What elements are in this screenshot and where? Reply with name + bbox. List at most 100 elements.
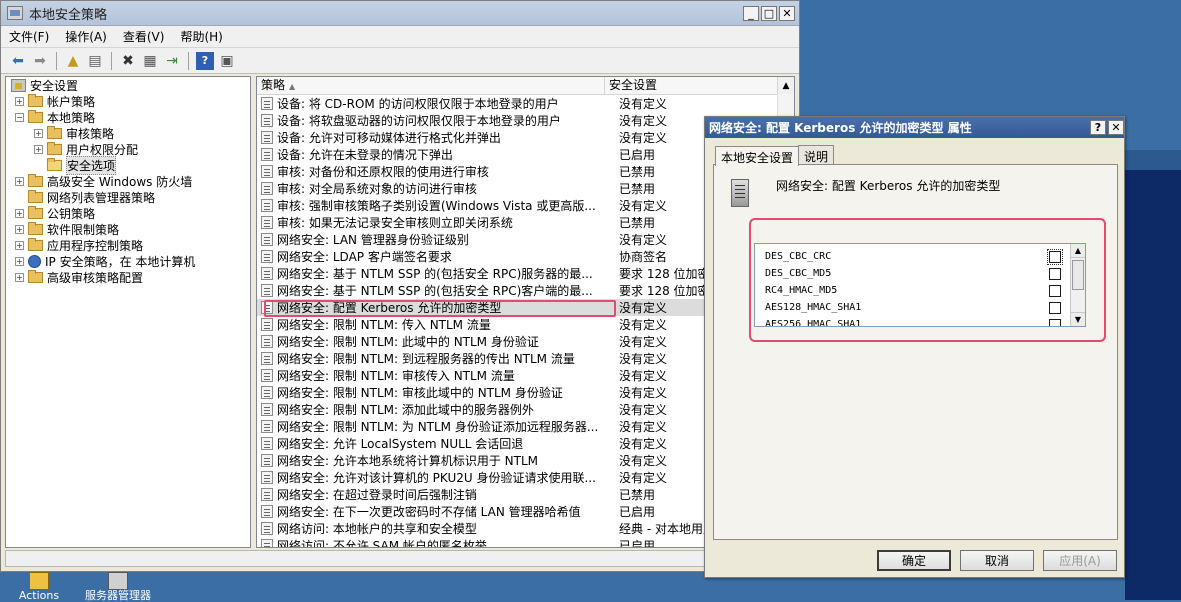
close-button[interactable]: ✕ — [779, 5, 795, 21]
tree-item[interactable]: 安全设置 — [6, 77, 250, 93]
policy-icon — [261, 114, 273, 127]
expand-icon[interactable]: + — [15, 176, 24, 186]
expand-icon[interactable]: + — [15, 272, 24, 282]
window-title: 本地安全策略 — [29, 7, 108, 23]
folder-icon — [28, 205, 43, 219]
tree-item[interactable]: 安全选项 — [6, 155, 250, 175]
show-hide-tree-icon[interactable]: ▤ — [86, 52, 104, 70]
tree-item[interactable]: + 帐户策略 — [6, 93, 250, 109]
desktop-icon-label: Actions — [18, 589, 60, 602]
tree-item-label: 本地策略 — [47, 110, 96, 125]
policy-name-cell: 设备: 将 CD-ROM 的访问权限仅限于本地登录的用户 — [277, 97, 559, 111]
folder-icon — [28, 173, 43, 187]
scroll-up-icon[interactable]: ▲ — [777, 77, 794, 94]
tree-item[interactable]: + 高级审核策略配置 — [6, 269, 250, 285]
policy-icon — [261, 267, 273, 280]
collapse-icon[interactable]: − — [15, 112, 24, 122]
desktop-icon-actions[interactable]: Actions — [14, 572, 64, 602]
policy-name-cell: 网络安全: 限制 NTLM: 传入 NTLM 流量 — [277, 318, 491, 332]
policy-name-cell: 审核: 如果无法记录安全审核则立即关闭系统 — [277, 216, 513, 230]
tree-item-label: IP 安全策略，在 本地计算机 — [45, 254, 196, 269]
menu-view[interactable]: 查看(V) — [123, 28, 165, 45]
window-titlebar[interactable]: 本地安全策略 _ □ ✕ — [1, 1, 799, 26]
tree-item[interactable]: + 应用程序控制策略 — [6, 237, 250, 253]
policy-name-cell: 网络安全: 限制 NTLM: 此域中的 NTLM 身份验证 — [277, 335, 539, 349]
console-icon[interactable]: ▣ — [218, 52, 236, 70]
policy-icon — [261, 165, 273, 178]
policy-name-cell: 网络安全: 在下一次更改密码时不存储 LAN 管理器哈希值 — [277, 505, 581, 519]
forward-icon[interactable]: ➡ — [31, 52, 49, 70]
tree-item[interactable]: + 用户权限分配 — [6, 141, 250, 157]
policy-icon — [261, 97, 273, 110]
policy-name-cell: 审核: 对备份和还原权限的使用进行审核 — [277, 165, 489, 179]
toolbar-separator — [188, 51, 189, 70]
menu-help[interactable]: 帮助(H) — [180, 28, 222, 45]
expand-icon[interactable]: + — [15, 240, 24, 250]
policy-name-cell: 设备: 允许在未登录的情况下弹出 — [277, 148, 453, 162]
policy-name-cell: 网络安全: LAN 管理器身份验证级别 — [277, 233, 469, 247]
export-icon[interactable]: ⇥ — [163, 52, 181, 70]
properties-icon[interactable]: ▦ — [141, 52, 159, 70]
tree-item-label: 帐户策略 — [47, 94, 96, 109]
menu-action[interactable]: 操作(A) — [65, 28, 107, 45]
policy-icon — [261, 284, 273, 297]
ok-button[interactable]: 确定 — [877, 550, 951, 571]
tree-item[interactable]: 网络列表管理器策略 — [6, 189, 250, 205]
expand-icon[interactable]: + — [15, 208, 24, 218]
delete-icon[interactable]: ✖ — [119, 52, 137, 70]
expand-icon[interactable]: + — [34, 128, 43, 138]
policy-icon — [261, 403, 273, 416]
menu-file[interactable]: 文件(F) — [9, 28, 49, 45]
minimize-button[interactable]: _ — [743, 5, 759, 21]
maximize-button[interactable]: □ — [761, 5, 777, 21]
folder-icon — [28, 269, 43, 283]
policy-icon — [261, 250, 273, 263]
cancel-button[interactable]: 取消 — [960, 550, 1034, 571]
folder-icon — [28, 189, 43, 203]
expand-icon[interactable]: + — [34, 144, 43, 154]
tree-item[interactable]: + IP 安全策略，在 本地计算机 — [6, 253, 250, 269]
tree-item[interactable]: − 本地策略 — [6, 109, 250, 125]
expand-icon[interactable]: + — [15, 256, 24, 266]
toolbar: ⬅ ➡ ▲ ▤ ✖ ▦ ⇥ ? ▣ — [1, 48, 799, 74]
policy-icon — [261, 471, 273, 484]
dialog-help-button[interactable]: ? — [1090, 120, 1106, 135]
sort-arrow-icon: ▲ — [289, 82, 296, 91]
policy-name-cell: 网络安全: 限制 NTLM: 到远程服务器的传出 NTLM 流量 — [277, 352, 575, 366]
table-row[interactable]: 设备: 将 CD-ROM 的访问权限仅限于本地登录的用户 没有定义 — [257, 95, 794, 112]
policy-icon — [261, 216, 273, 229]
expand-icon[interactable]: + — [15, 96, 24, 106]
policy-icon — [261, 131, 273, 144]
tree-item-label: 审核策略 — [66, 126, 115, 141]
apply-button[interactable]: 应用(A) — [1043, 550, 1117, 571]
folder-icon — [28, 221, 43, 235]
column-header-setting[interactable]: 安全设置 — [605, 77, 780, 94]
dialog-titlebar[interactable]: 网络安全: 配置 Kerberos 允许的加密类型 属性 ? ✕ — [705, 117, 1124, 138]
dialog-close-button[interactable]: ✕ — [1108, 120, 1124, 135]
navigation-tree[interactable]: 安全设置 + 帐户策略 − 本地策略 + 审核策略 + 用户权限分配 安全选项 + 高级安全 Wind… — [5, 76, 251, 548]
tree-item[interactable]: + 审核策略 — [6, 125, 250, 141]
tree-item-label: 高级审核策略配置 — [47, 270, 144, 285]
back-icon[interactable]: ⬅ — [9, 52, 27, 70]
policy-icon — [261, 233, 273, 246]
tab-local-security-setting[interactable]: 本地安全设置 — [715, 146, 800, 166]
expand-icon[interactable]: + — [15, 224, 24, 234]
help-icon[interactable]: ? — [196, 51, 214, 70]
up-icon[interactable]: ▲ — [64, 52, 82, 70]
tree-item[interactable]: + 软件限制策略 — [6, 221, 250, 237]
policy-name-cell: 网络安全: 允许 LocalSystem NULL 会话回退 — [277, 437, 524, 451]
policy-icon — [261, 352, 273, 365]
tree-item-label: 公钥策略 — [47, 206, 96, 221]
column-header-policy[interactable]: 策略 ▲ — [257, 77, 605, 94]
ip-security-icon — [28, 254, 41, 268]
desktop-icon-label: 服务器管理器 — [85, 589, 151, 602]
dialog-buttons: 确定 取消 应用(A) — [877, 550, 1117, 571]
tree-item[interactable]: + 公钥策略 — [6, 205, 250, 221]
tree-item[interactable]: + 高级安全 Windows 防火墙 — [6, 173, 250, 189]
policy-name-cell: 网络访问: 不允许 SAM 帐户的匿名枚举 — [277, 539, 487, 548]
desktop-icon-server-manager[interactable]: 服务器管理器 — [78, 572, 158, 602]
tree-item-label: 安全设置 — [30, 78, 79, 93]
policy-name-cell: 网络安全: 限制 NTLM: 为 NTLM 身份验证添加远程服务器... — [277, 420, 599, 434]
folder-icon — [28, 237, 43, 251]
dialog-title: 网络安全: 配置 Kerberos 允许的加密类型 属性 — [709, 121, 972, 135]
